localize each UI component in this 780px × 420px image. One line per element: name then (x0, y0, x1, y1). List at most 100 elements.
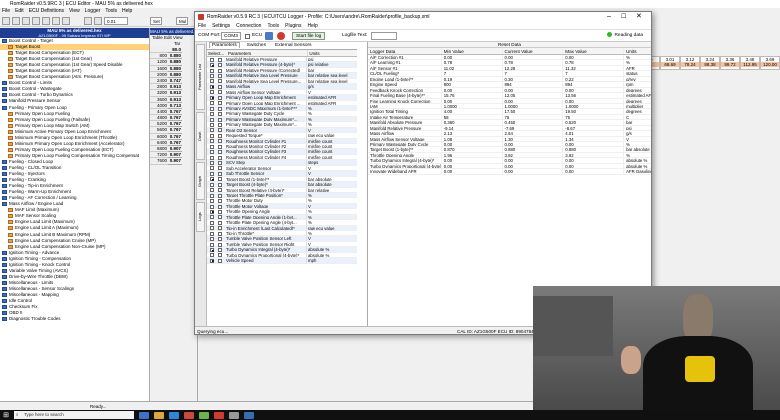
app2-icon[interactable] (199, 411, 209, 419)
parameter-select-checkbox[interactable] (218, 133, 222, 138)
parameter-select-checkbox[interactable] (218, 188, 222, 193)
tree-item[interactable]: Diagnostic Trouble Codes (0, 316, 149, 322)
parameter-checkbox[interactable] (210, 177, 214, 182)
parameter-checkbox[interactable] (210, 68, 214, 73)
strip-column[interactable]: 3.48 112.95 (740, 56, 760, 70)
parameter-select-checkbox[interactable] (218, 248, 222, 252)
data-column-2[interactable]: Current Value (501, 48, 563, 54)
parameter-units[interactable]: V (306, 203, 356, 209)
parameter-checkbox[interactable] (210, 199, 214, 204)
app4-icon[interactable] (244, 411, 254, 419)
parameter-units[interactable]: bar relative sea level (306, 78, 356, 84)
parameter-units[interactable]: % (306, 220, 356, 225)
parameter-select-checkbox[interactable] (218, 231, 222, 236)
parameter-checkbox[interactable] (210, 226, 214, 231)
parameter-checkbox[interactable] (210, 204, 214, 209)
parameter-select-checkbox[interactable] (218, 215, 222, 220)
parameter-units[interactable]: V (306, 89, 356, 95)
close-icon[interactable]: ✕ (636, 12, 642, 22)
parameter-checkbox[interactable] (210, 63, 214, 68)
app-icon[interactable] (184, 411, 194, 419)
data-column-0[interactable]: Logger Data (368, 48, 441, 54)
parameter-select-checkbox[interactable] (218, 199, 222, 204)
logger-menu-connection[interactable]: Connection (236, 23, 261, 29)
parameter-checkbox[interactable] (210, 253, 214, 258)
parameter-row[interactable]: Vehicle Speed mph (207, 258, 357, 264)
parameter-checkbox[interactable] (210, 171, 214, 176)
connect-icon[interactable] (265, 32, 273, 40)
ecu-menu-file[interactable]: File (2, 8, 10, 14)
parameter-units[interactable]: bar relative (306, 187, 356, 192)
strip-column[interactable]: 3.24 88.38 (700, 56, 720, 70)
table-cell-strip[interactable]: 50523.0168.693.1278.243.2488.383.3699.72… (640, 56, 780, 70)
parameter-select-checkbox[interactable] (218, 144, 222, 149)
parameter-select-checkbox[interactable] (218, 106, 222, 111)
parameter-select-checkbox[interactable] (218, 79, 222, 84)
parameter-checkbox[interactable] (210, 237, 214, 242)
parameter-select-checkbox[interactable] (218, 258, 222, 263)
logger-menu-plugins[interactable]: Plugins (285, 23, 301, 29)
ecu-menu-help[interactable]: Help (122, 8, 132, 14)
select-column[interactable]: Select... (207, 50, 228, 56)
parameter-select-checkbox[interactable] (218, 122, 222, 127)
parameter-select-checkbox[interactable] (218, 171, 222, 176)
tab-switches[interactable]: Switches (245, 43, 268, 48)
tab-parameters[interactable]: Parameters (209, 42, 240, 48)
logger-data-row[interactable]: Innovate Wideband AFR 0.00 0.00 0.00 AFR Gas… (368, 169, 651, 175)
strip-column[interactable]: 3.36 99.72 (720, 56, 740, 70)
parameter-checkbox[interactable] (210, 95, 214, 100)
parameter-select-checkbox[interactable] (218, 63, 222, 68)
start-file-log-button[interactable]: Start file log (292, 32, 326, 40)
close-all-icon[interactable] (62, 17, 70, 25)
parameter-units[interactable]: % (306, 122, 356, 127)
grid-icon[interactable] (42, 17, 50, 25)
parameter-units[interactable]: misfire count (306, 154, 356, 160)
parameter-select-checkbox[interactable] (218, 150, 222, 155)
parameter-units[interactable]: absolute % (306, 252, 356, 258)
ecu-menu-ecu-definitions[interactable]: ECU Definitions (29, 8, 64, 14)
ecu-menu-view[interactable]: View (69, 8, 80, 14)
decrement-icon[interactable] (94, 17, 102, 25)
minimize-icon[interactable]: – (607, 12, 611, 22)
boost-cell[interactable]: 0.907 (168, 158, 182, 165)
parameter-units[interactable]: V (306, 241, 356, 247)
parameter-units[interactable]: steps (306, 160, 356, 165)
parameter-units[interactable]: bar (306, 67, 356, 73)
parameter-checkbox[interactable] (210, 79, 214, 84)
parameter-checkbox[interactable] (210, 193, 214, 198)
parameter-checkbox[interactable] (210, 161, 214, 165)
parameter-select-checkbox[interactable] (218, 128, 222, 133)
parameter-units[interactable]: g/s (306, 84, 356, 89)
maximize-icon[interactable]: ☐ (621, 12, 626, 22)
parameter-select-checkbox[interactable] (218, 226, 222, 231)
parameter-checkbox[interactable] (210, 209, 214, 214)
parameter-units[interactable]: misfire count (306, 149, 356, 154)
parameter-select-checkbox[interactable] (218, 177, 222, 182)
parameter-units[interactable]: % (306, 214, 356, 220)
parameter-select-checkbox[interactable] (218, 68, 222, 73)
parameter-units[interactable]: % (306, 198, 356, 203)
parameter-units[interactable]: raw ecu value (306, 225, 356, 230)
rom-tree[interactable]: MAU 5% as delivered.hex AZ1G500F - 05 Su… (0, 28, 150, 401)
multiply-button[interactable]: Mul (176, 17, 188, 25)
ecu-checkbox[interactable] (245, 33, 250, 39)
parameter-units[interactable]: % (306, 192, 356, 198)
parameter-select-checkbox[interactable] (218, 101, 222, 106)
parameter-select-checkbox[interactable] (218, 112, 222, 117)
windows-start-icon[interactable]: ⊞ (0, 410, 12, 420)
parameter-checkbox[interactable] (210, 106, 214, 111)
parameter-select-checkbox[interactable] (218, 209, 222, 214)
parameter-checkbox[interactable] (210, 144, 214, 149)
parameter-checkbox[interactable] (210, 139, 214, 144)
parameter-select-checkbox[interactable] (218, 237, 222, 242)
open-icon[interactable] (2, 17, 10, 25)
units-column[interactable]: Units (307, 50, 357, 56)
parameter-units[interactable]: % (306, 209, 356, 214)
parameter-units[interactable]: V (306, 171, 356, 176)
parameter-units[interactable]: mph (306, 258, 356, 263)
parameter-select-checkbox[interactable] (218, 253, 222, 258)
set-button[interactable]: Set (150, 17, 162, 25)
parameter-units[interactable]: % (306, 105, 356, 111)
parameter-checkbox[interactable] (210, 122, 214, 127)
parameter-units[interactable]: estimated AFR (306, 100, 356, 105)
